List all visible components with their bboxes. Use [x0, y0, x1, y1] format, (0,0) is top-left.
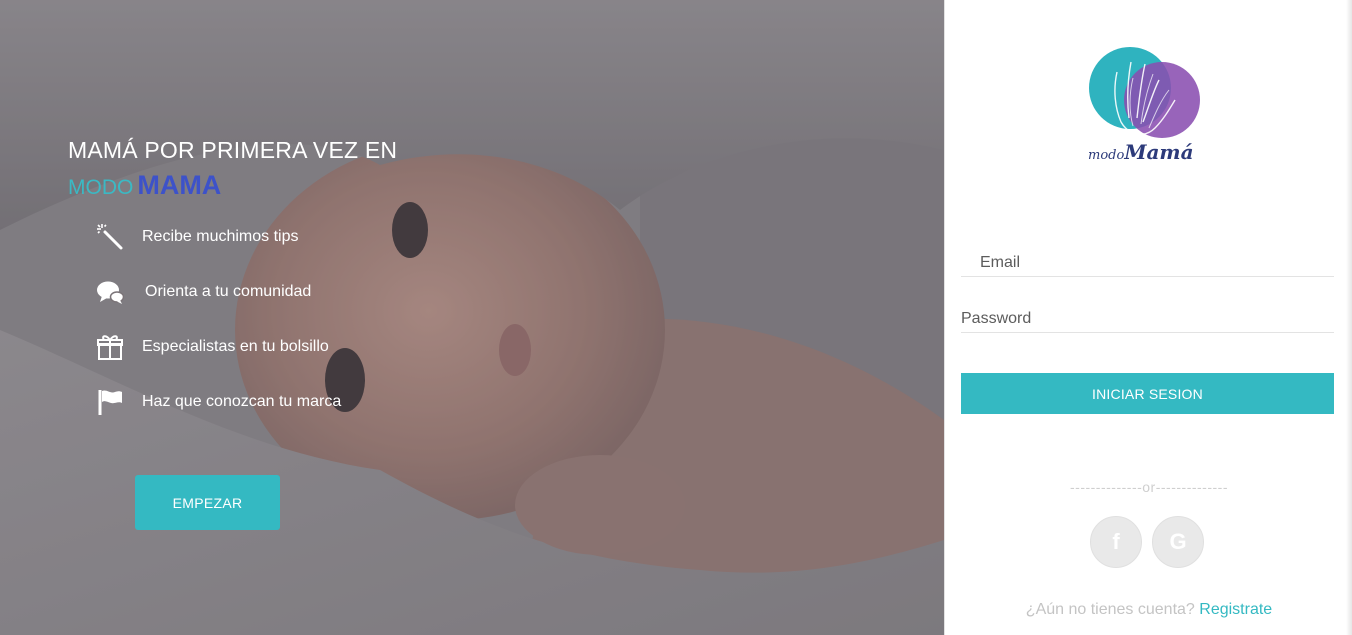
google-icon: G: [1169, 529, 1187, 554]
magic-wand-icon: [97, 224, 123, 250]
panel-edge: [1346, 0, 1352, 635]
password-field[interactable]: [961, 305, 1334, 333]
login-panel: modoMamá INICIAR SESION --------------or…: [944, 0, 1352, 635]
facebook-icon: f: [1112, 529, 1120, 554]
signup-prompt-text: ¿Aún no tienes cuenta?: [1025, 601, 1195, 618]
login-page: MAMÁ POR PRIMERA VEZ EN MODO MAMA Recibe …: [0, 0, 1352, 635]
feature-label: Haz que conozcan tu marca: [142, 393, 342, 410]
start-button[interactable]: EMPEZAR: [135, 475, 280, 530]
feature-label: Orienta a tu comunidad: [145, 283, 312, 300]
feature-label: Recibe muchimos tips: [142, 228, 299, 245]
logo-text-mama: Mamá: [1124, 140, 1194, 164]
feature-label: Especialistas en tu bolsillo: [142, 338, 329, 355]
hero-brand-name: MAMA: [137, 170, 222, 200]
facebook-login-button[interactable]: f: [1090, 516, 1142, 568]
or-divider: --------------or--------------: [1070, 479, 1228, 495]
chat-bubbles-icon: [97, 281, 124, 304]
feature-item-specialists: Especialistas en tu bolsillo: [96, 332, 329, 362]
hero-section: MAMÁ POR PRIMERA VEZ EN MODO MAMA Recibe …: [0, 0, 944, 635]
hero-brand: MODO MAMA: [68, 170, 221, 201]
flag-icon: [98, 390, 122, 415]
feature-item-tips: Recibe muchimos tips: [96, 222, 299, 252]
logo-text-modo: modo: [1088, 148, 1125, 163]
gift-icon: [97, 335, 123, 360]
email-field[interactable]: [961, 249, 1334, 277]
logo-text: modoMamá: [1088, 140, 1194, 164]
feature-item-brand: Haz que conozcan tu marca: [96, 387, 341, 417]
baby-photo: [0, 0, 944, 635]
hero-brand-prefix: MODO: [68, 176, 134, 199]
signup-prompt: ¿Aún no tienes cuenta? Registrate: [945, 601, 1352, 619]
feature-item-community: Orienta a tu comunidad: [96, 277, 311, 307]
signup-link[interactable]: Registrate: [1199, 601, 1272, 618]
google-login-button[interactable]: G: [1152, 516, 1204, 568]
hero-title: MAMÁ POR PRIMERA VEZ EN: [68, 137, 398, 163]
login-button[interactable]: INICIAR SESION: [961, 373, 1334, 414]
